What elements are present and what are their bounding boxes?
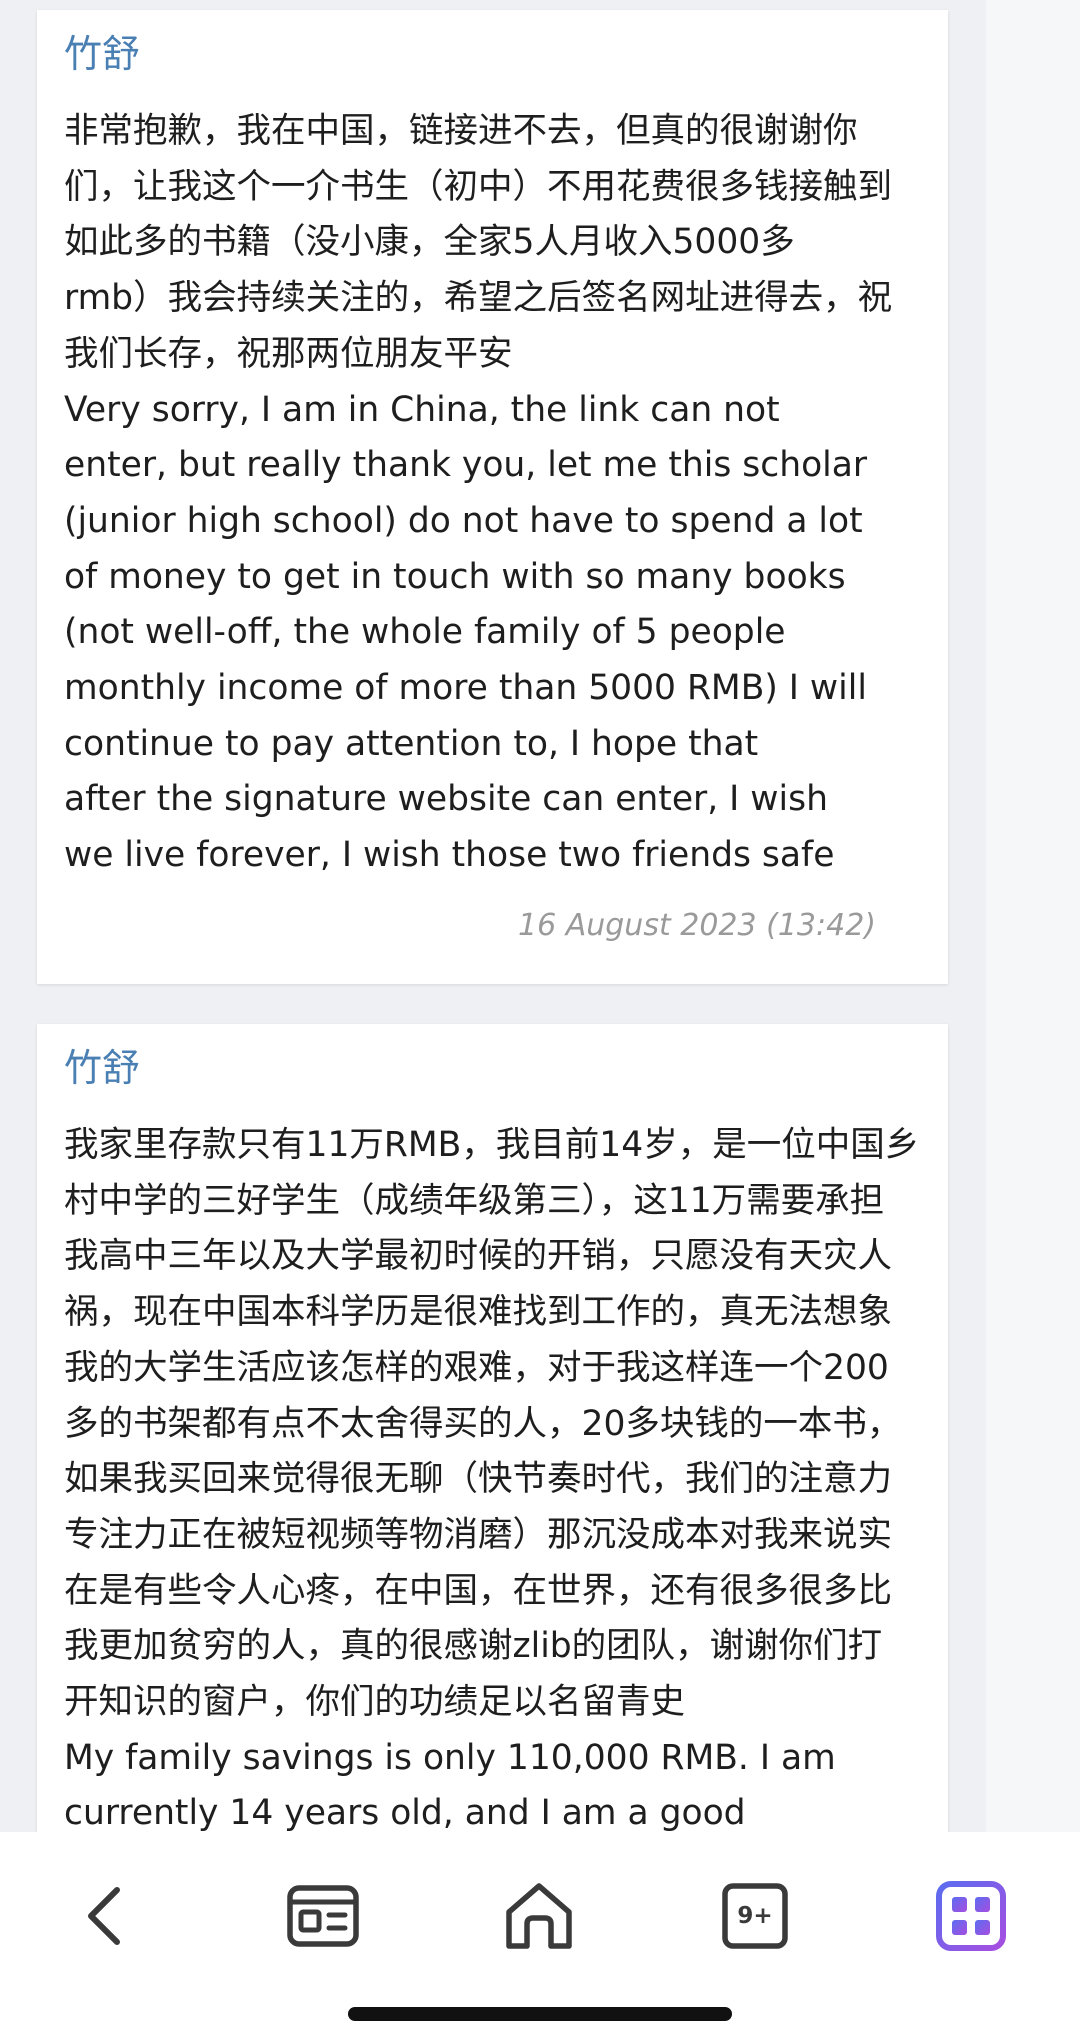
tabs-button[interactable]: 9+ xyxy=(707,1868,803,1964)
comment-card: 竹舒 我家里存款只有11万RMB，我目前14岁，是一位中国乡 村中学的三好学生（… xyxy=(37,1024,948,1832)
side-margin xyxy=(986,0,1080,1832)
comment-feed[interactable]: 竹舒 非常抱歉，我在中国，链接进不去，但真的很谢谢你 们，让我这个一介书生（初中… xyxy=(0,0,1080,1832)
home-icon xyxy=(506,1883,572,1949)
comment-text: 我家里存款只有11万RMB，我目前14岁，是一位中国乡 村中学的三好学生（成绩年… xyxy=(64,1125,920,1832)
tabs-count: 9+ xyxy=(737,1903,773,1929)
bottom-navigation-bar: 9+ xyxy=(0,1832,1080,2042)
comment-date: 16 August 2023 (13:42) xyxy=(518,908,876,943)
comment-card: 竹舒 非常抱歉，我在中国，链接进不去，但真的很谢谢你 们，让我这个一介书生（初中… xyxy=(37,10,948,984)
home-indicator[interactable] xyxy=(348,2007,732,2021)
news-icon xyxy=(287,1885,359,1947)
back-arrow-icon xyxy=(88,1887,120,1945)
apps-grid-icon xyxy=(936,1881,1006,1951)
back-button[interactable] xyxy=(59,1868,155,1964)
apps-button[interactable] xyxy=(923,1868,1019,1964)
comment-author[interactable]: 竹舒 xyxy=(64,1042,140,1094)
comment-author[interactable]: 竹舒 xyxy=(64,28,140,80)
comment-text: 非常抱歉，我在中国，链接进不去，但真的很谢谢你 们，让我这个一介书生（初中）不用… xyxy=(64,111,893,876)
news-button[interactable] xyxy=(275,1868,371,1964)
home-button[interactable] xyxy=(491,1868,587,1964)
